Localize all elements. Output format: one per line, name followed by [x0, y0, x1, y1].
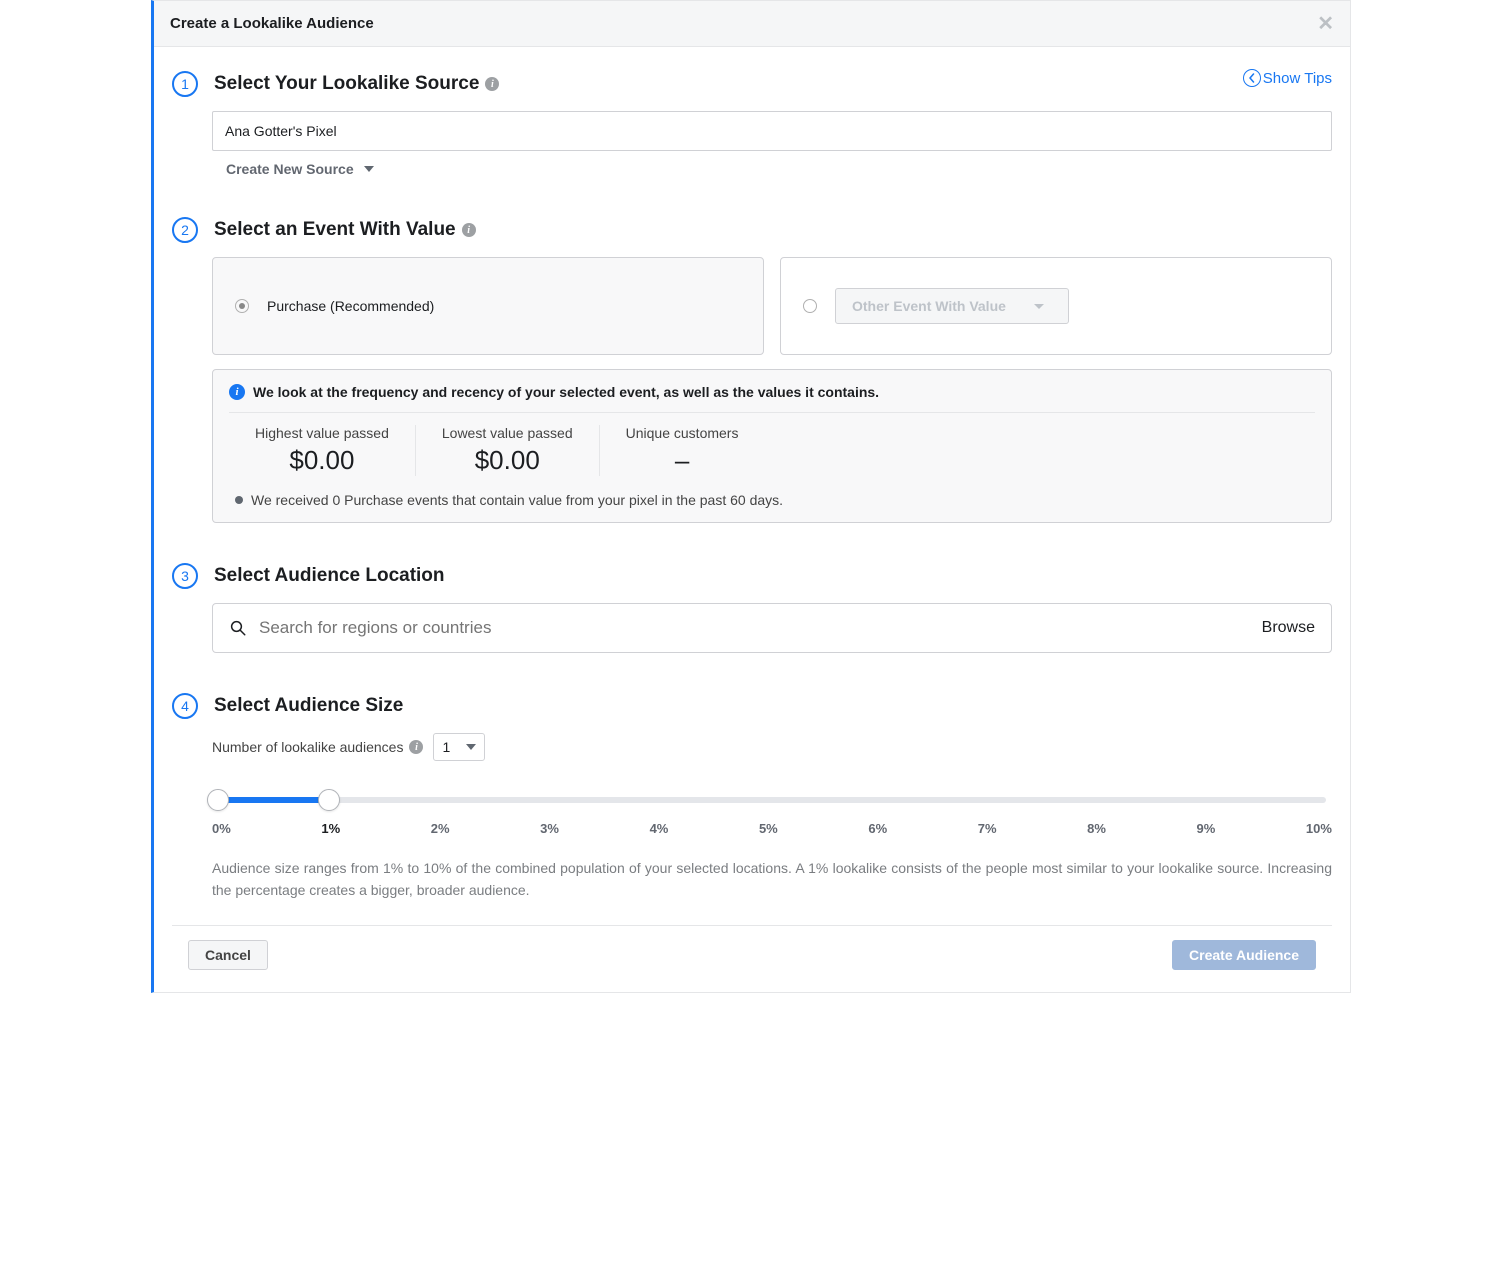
event-cards: Purchase (Recommended) Other Event With …	[212, 257, 1332, 355]
step-4-title: Select Audience Size	[214, 695, 403, 717]
step-3-section: 3 Select Audience Location Browse	[172, 563, 1332, 653]
slider-handle-end[interactable]	[318, 789, 340, 811]
step-badge-4: 4	[172, 693, 198, 719]
tick: 0%	[212, 821, 231, 836]
step-2-section: 2 Select an Event With Value i Purchase …	[172, 217, 1332, 523]
stat-lowest-value: $0.00	[442, 445, 573, 476]
lookalike-modal: Create a Lookalike Audience ✕ Show Tips …	[151, 0, 1351, 993]
search-icon	[229, 619, 247, 637]
stat-highest: Highest value passed $0.00	[229, 425, 415, 476]
stat-highest-label: Highest value passed	[255, 425, 389, 441]
step-4-section: 4 Select Audience Size Number of lookali…	[172, 693, 1332, 901]
info-icon[interactable]: i	[485, 77, 499, 91]
step-1-header: 1 Select Your Lookalike Source i	[172, 71, 1332, 97]
modal-title: Create a Lookalike Audience	[170, 15, 374, 32]
audience-size-note: Audience size ranges from 1% to 10% of t…	[212, 858, 1332, 901]
caret-down-icon	[466, 744, 476, 750]
tick: 1%	[321, 821, 340, 836]
info-icon[interactable]: i	[409, 740, 423, 754]
info-filled-icon: i	[229, 384, 245, 400]
step-2-header: 2 Select an Event With Value i	[172, 217, 1332, 243]
num-audiences-value: 1	[442, 739, 450, 755]
stat-unique-label: Unique customers	[626, 425, 739, 441]
info-icon[interactable]: i	[462, 223, 476, 237]
step-4-header: 4 Select Audience Size	[172, 693, 1332, 719]
caret-down-icon	[364, 166, 374, 172]
create-new-source-label: Create New Source	[226, 161, 354, 177]
slider-ticks: 0% 1% 2% 3% 4% 5% 6% 7% 8% 9% 10%	[212, 821, 1332, 836]
event-stats-box: i We look at the frequency and recency o…	[212, 369, 1332, 523]
tick: 10%	[1306, 821, 1332, 836]
stat-unique: Unique customers –	[599, 425, 765, 476]
create-new-source-button[interactable]: Create New Source	[226, 161, 374, 177]
step-badge-3: 3	[172, 563, 198, 589]
step-3-header: 3 Select Audience Location	[172, 563, 1332, 589]
num-audiences-row: Number of lookalike audiences i 1	[212, 733, 1332, 761]
tick: 2%	[431, 821, 450, 836]
step-1-title: Select Your Lookalike Source	[214, 73, 479, 95]
radio-checked-icon	[235, 299, 249, 313]
tick: 6%	[868, 821, 887, 836]
num-audiences-label: Number of lookalike audiences	[212, 739, 403, 755]
stat-lowest-label: Lowest value passed	[442, 425, 573, 441]
caret-down-icon	[1034, 304, 1044, 309]
step-badge-1: 1	[172, 71, 198, 97]
stat-unique-value: –	[626, 445, 739, 476]
step-3-title: Select Audience Location	[214, 565, 445, 587]
step-1-section: 1 Select Your Lookalike Source i Create …	[172, 71, 1332, 177]
audience-size-slider[interactable]: 0% 1% 2% 3% 4% 5% 6% 7% 8% 9% 10%	[212, 797, 1332, 836]
stat-lowest: Lowest value passed $0.00	[415, 425, 599, 476]
other-event-card[interactable]: Other Event With Value	[780, 257, 1332, 355]
purchase-event-label: Purchase (Recommended)	[267, 298, 434, 314]
num-audiences-select[interactable]: 1	[433, 733, 485, 761]
modal-footer: Cancel Create Audience	[172, 925, 1332, 984]
lookalike-source-input[interactable]	[212, 111, 1332, 151]
stats-note-text: We received 0 Purchase events that conta…	[251, 492, 783, 508]
location-search-box[interactable]: Browse	[212, 603, 1332, 653]
tick: 8%	[1087, 821, 1106, 836]
source-input-wrap: Create New Source	[212, 111, 1332, 177]
stats-info-row: i We look at the frequency and recency o…	[229, 384, 1315, 400]
cancel-button[interactable]: Cancel	[188, 940, 268, 970]
purchase-event-card[interactable]: Purchase (Recommended)	[212, 257, 764, 355]
slider-track	[218, 797, 1326, 803]
close-icon[interactable]: ✕	[1317, 11, 1334, 36]
browse-link[interactable]: Browse	[1262, 619, 1315, 637]
tick: 4%	[650, 821, 669, 836]
other-event-dropdown[interactable]: Other Event With Value	[835, 288, 1069, 324]
location-search-input[interactable]	[259, 618, 1250, 638]
slider-handle-start[interactable]	[207, 789, 229, 811]
tick: 5%	[759, 821, 778, 836]
slider-fill	[218, 797, 329, 803]
tick: 9%	[1197, 821, 1216, 836]
stats-row: Highest value passed $0.00 Lowest value …	[229, 412, 1315, 486]
stat-highest-value: $0.00	[255, 445, 389, 476]
radio-unchecked-icon	[803, 299, 817, 313]
stats-note: We received 0 Purchase events that conta…	[229, 492, 1315, 508]
other-event-label: Other Event With Value	[852, 298, 1006, 314]
tick: 3%	[540, 821, 559, 836]
tick: 7%	[978, 821, 997, 836]
step-badge-2: 2	[172, 217, 198, 243]
modal-header: Create a Lookalike Audience ✕	[154, 1, 1350, 47]
modal-body: Show Tips 1 Select Your Lookalike Source…	[154, 47, 1350, 992]
create-audience-button[interactable]: Create Audience	[1172, 940, 1316, 970]
step-2-title: Select an Event With Value	[214, 219, 456, 241]
stats-info-text: We look at the frequency and recency of …	[253, 384, 879, 400]
bullet-icon	[235, 496, 243, 504]
